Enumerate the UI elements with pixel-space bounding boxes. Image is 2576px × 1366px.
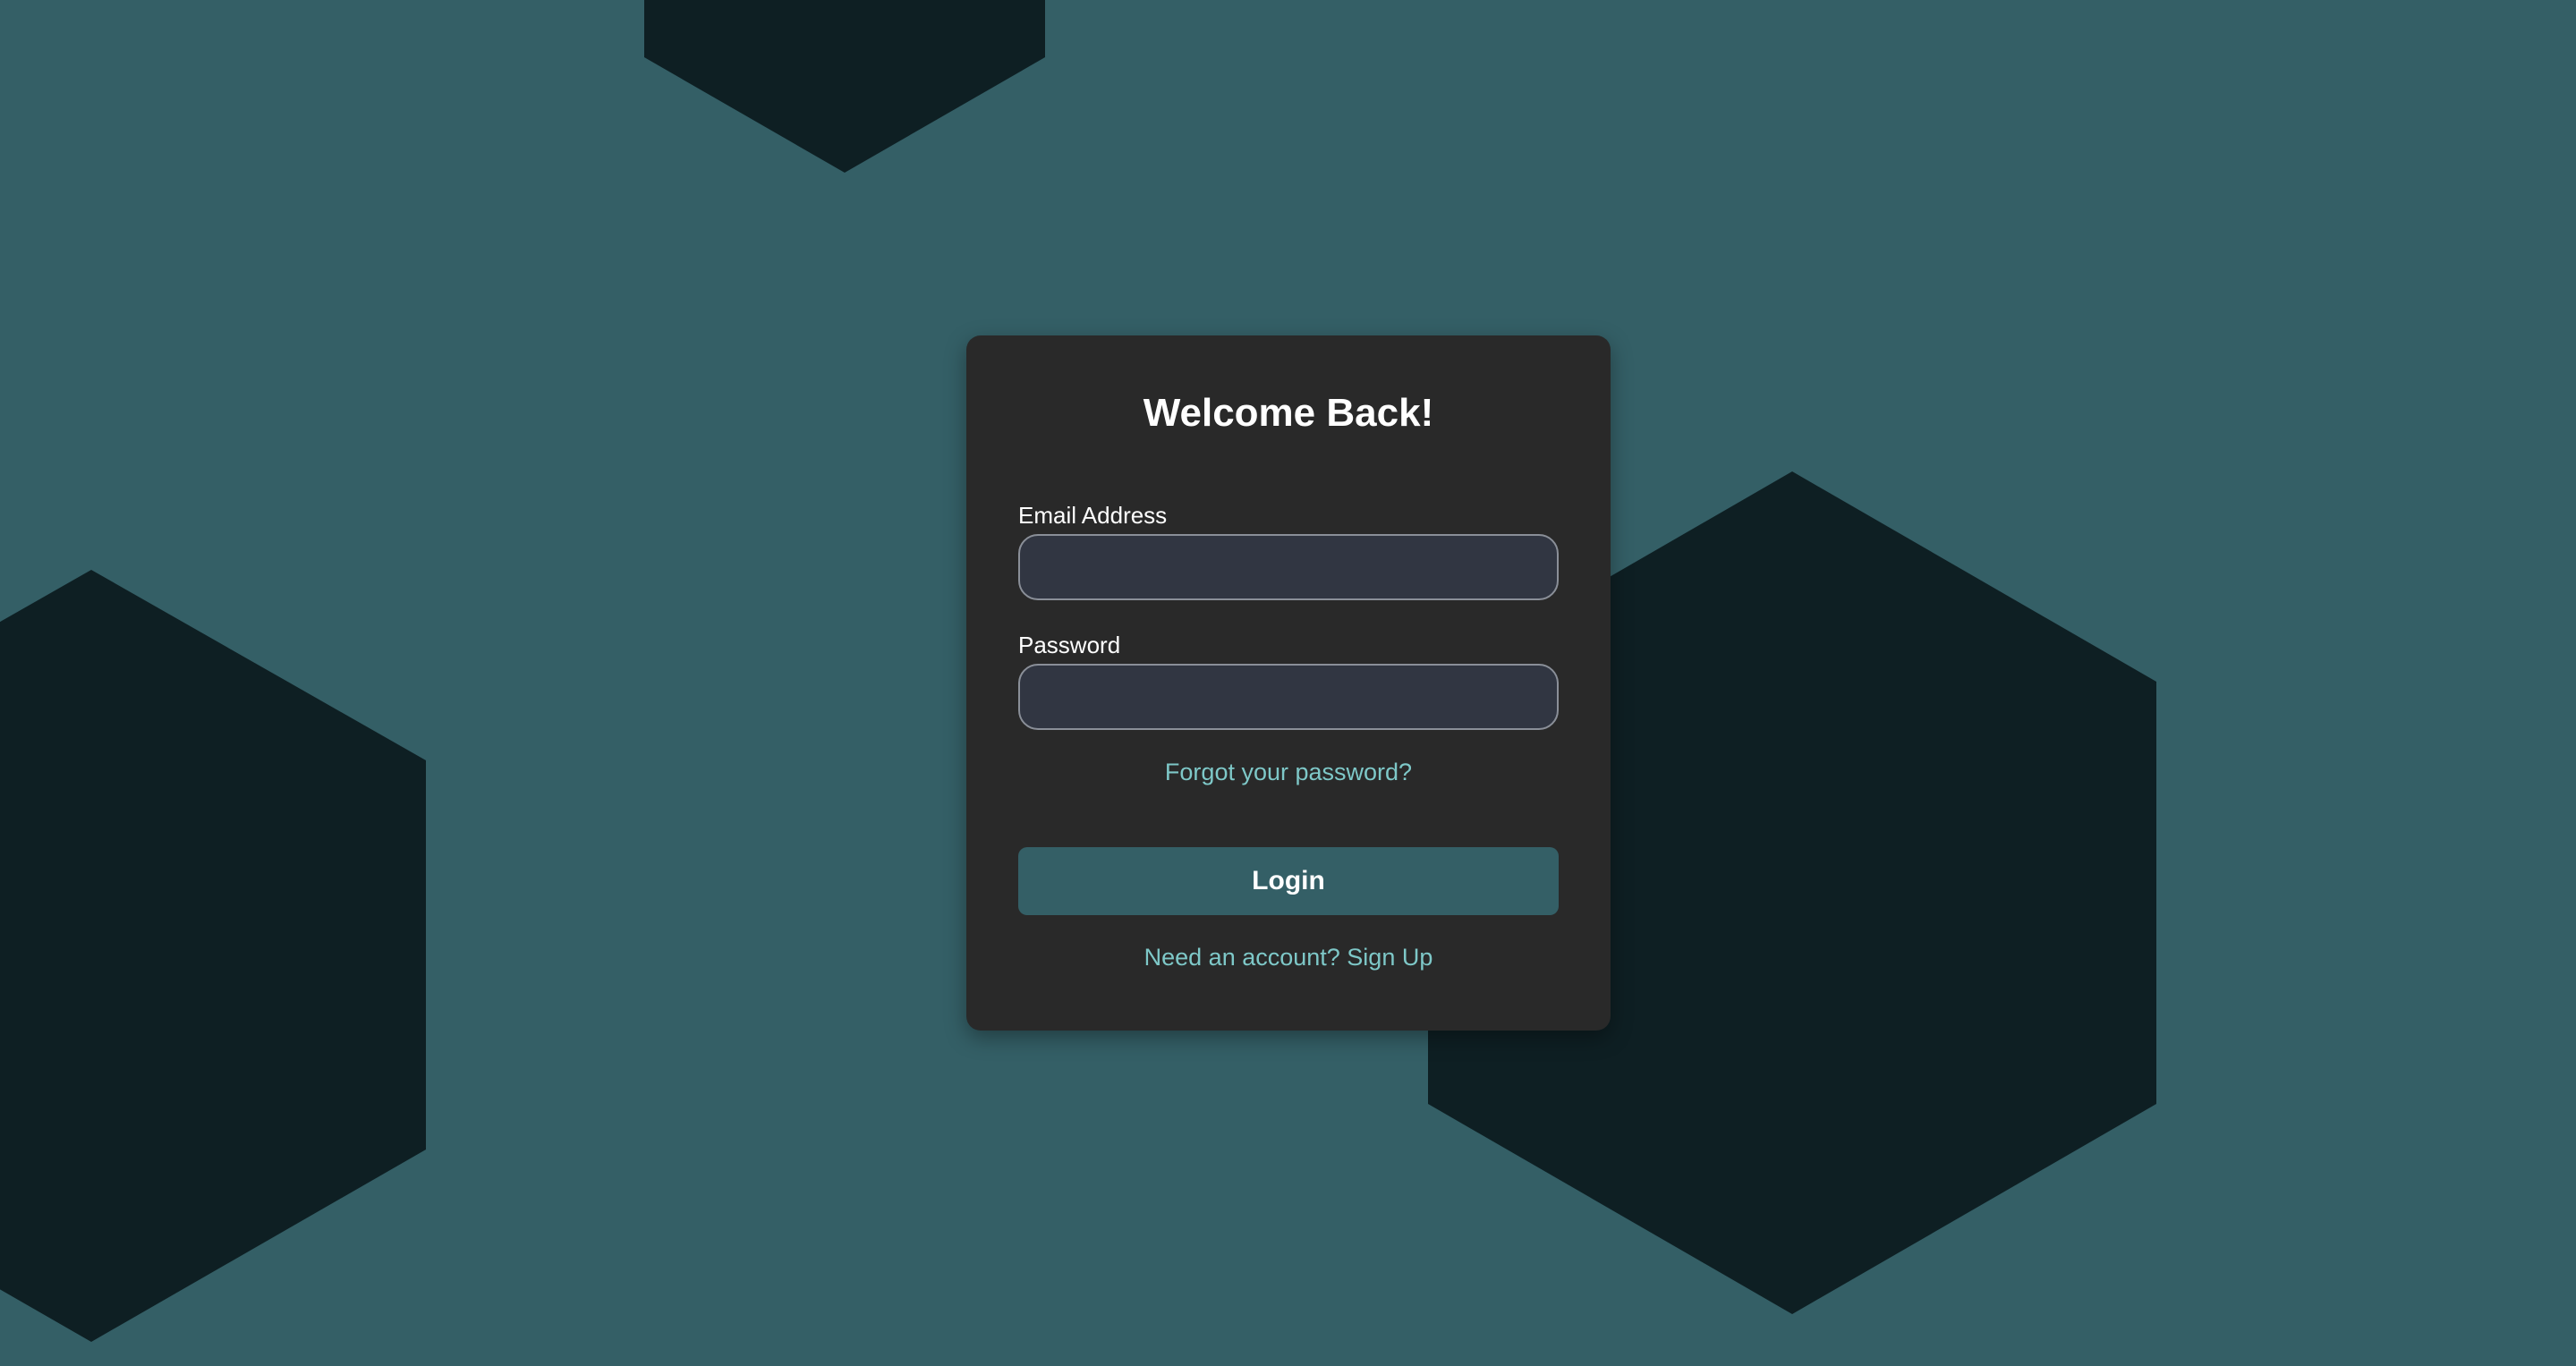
page-title: Welcome Back! <box>1143 391 1434 435</box>
login-card: Welcome Back! Email Address Password For… <box>966 335 1611 1031</box>
hexagon-left <box>0 570 426 1342</box>
password-input[interactable] <box>1018 664 1559 730</box>
forgot-password-link[interactable]: Forgot your password? <box>966 758 1611 786</box>
email-label: Email Address <box>1018 502 1168 529</box>
hexagon-top <box>644 0 1045 173</box>
email-input[interactable] <box>1018 534 1559 600</box>
password-label: Password <box>1018 632 1121 658</box>
login-button[interactable]: Login <box>1018 847 1559 915</box>
sign-up-link[interactable]: Need an account? Sign Up <box>966 943 1611 971</box>
